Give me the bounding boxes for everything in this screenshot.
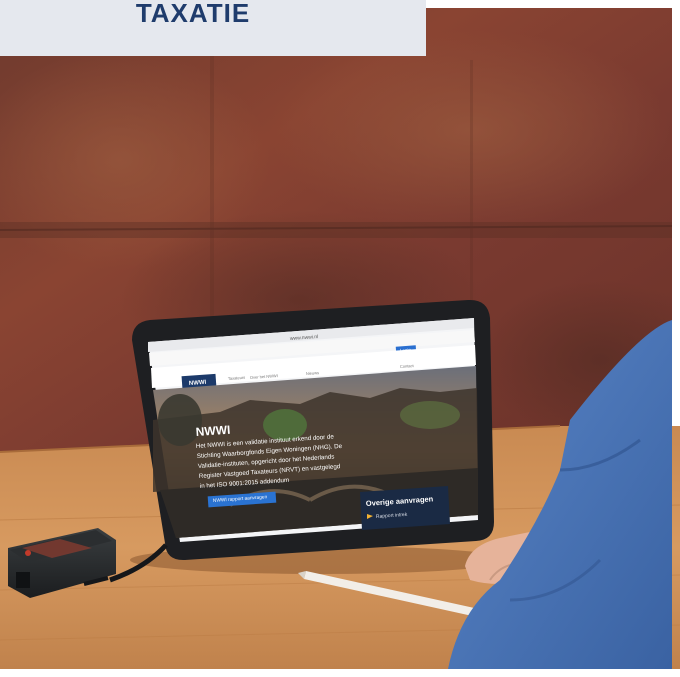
hero-heading: NWWI (195, 423, 231, 439)
photo-scene: www.nwwi.nl Login NWWI Taxateurs Over he… (0, 0, 680, 677)
banner-title: TAXATIE (135, 0, 251, 28)
svg-text:Nieuws: Nieuws (306, 370, 319, 376)
site-logo: NWWI (189, 380, 207, 387)
title-banner: TAXATIE (0, 0, 426, 56)
svg-text:Contact: Contact (400, 363, 415, 369)
overige-panel (360, 486, 450, 530)
